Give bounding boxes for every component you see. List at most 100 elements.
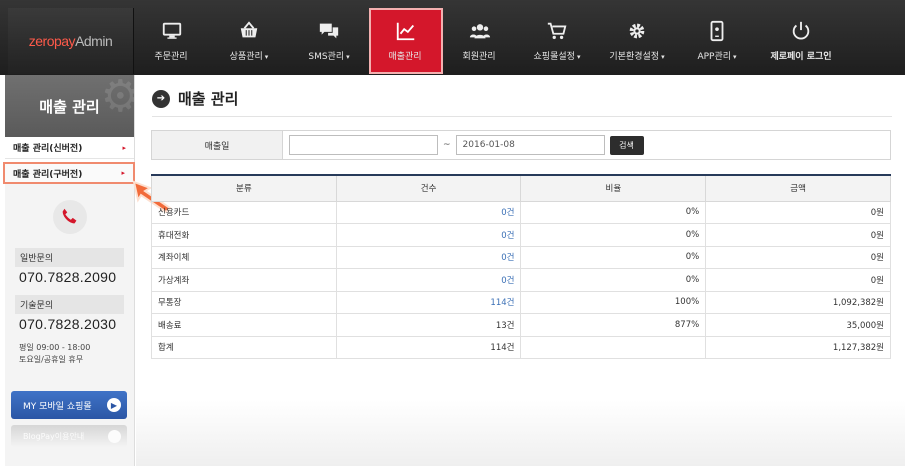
left-sidebar: ⚙ 매출 관리 매출 관리(신버전) ▸ 매출 관리(구버전) ▸ 일반문의 0… xyxy=(3,75,135,466)
table-row: 계좌이체 0건 0% 0원 xyxy=(151,245,891,269)
amount-cell: 0원 xyxy=(705,245,891,269)
basket-icon xyxy=(240,21,258,38)
sidebar-menu: 매출 관리(신버전) ▸ 매출 관리(구버전) ▸ xyxy=(3,137,135,184)
nav-item-orders[interactable]: 주문관리 xyxy=(135,8,209,74)
monitor-icon xyxy=(162,22,182,39)
gear-icon xyxy=(629,23,645,39)
main-nav: 주문관리 상품관리 ▾ SMS관리 ▾ 매출관리 회원관리 쇼핑몰설정 ▾ 기본환경설… xyxy=(135,8,845,74)
arrow-right-icon xyxy=(108,429,121,443)
sidebar-title: ⚙ 매출 관리 xyxy=(5,75,134,137)
logo-brand: zero xyxy=(28,33,55,49)
my-mobile-shop-button[interactable]: MY 모바일 쇼핑몰 ▶ xyxy=(11,391,127,419)
sidebar-item-sales-old[interactable]: 매출 관리(구버전) ▸ xyxy=(3,162,135,184)
nav-item-sales[interactable]: 매출관리 xyxy=(369,8,443,74)
business-hours: 평일 09:00 - 18:00 토요일/공휴일 휴무 xyxy=(19,343,91,364)
tablet-icon xyxy=(710,20,724,42)
phone-icon xyxy=(52,200,87,234)
general-inquiry-label: 일반문의 xyxy=(15,248,124,267)
column-header: 분류 xyxy=(151,174,337,202)
date-range-separator: ~ xyxy=(443,140,451,150)
category-cell: 휴대전화 xyxy=(151,223,337,247)
category-cell: 무통장 xyxy=(151,290,337,314)
count-link[interactable]: 0건 xyxy=(335,200,522,224)
start-date-input[interactable] xyxy=(289,135,438,155)
logo-brand-pay: pay xyxy=(53,33,76,49)
cart-icon xyxy=(547,22,567,40)
sales-table: 분류 건수 비율 금액 신용카드 0건 0% 0원 휴대전화 0건 0% 0원 … xyxy=(151,174,891,359)
count-cell: 114건 xyxy=(335,335,522,359)
category-cell: 신용카드 xyxy=(151,200,337,224)
ratio-cell: 0% xyxy=(520,200,707,224)
users-icon xyxy=(469,24,491,39)
table-header-row: 분류 건수 비율 금액 xyxy=(151,174,891,202)
nav-label: 주문관리 xyxy=(154,52,188,62)
ratio-cell: 100% xyxy=(520,290,707,314)
column-header: 비율 xyxy=(520,174,707,202)
nav-label: SMS관리 ▾ xyxy=(308,52,350,62)
zeropay-admin-logo[interactable]: zero pay Admin xyxy=(8,8,134,74)
category-cell: 가상계좌 xyxy=(151,268,337,292)
bottom-fade xyxy=(136,400,905,466)
nav-label: 회원관리 xyxy=(462,52,496,62)
gear-icon: ⚙ xyxy=(100,75,134,122)
category-cell: 배송료 xyxy=(151,313,337,337)
arrow-circle-icon: ➔ xyxy=(152,89,170,108)
nav-label: 쇼핑몰설정 ▾ xyxy=(533,52,581,62)
nav-label: 기본환경설정 ▾ xyxy=(609,52,665,62)
logo-suffix: Admin xyxy=(75,33,113,49)
chart-icon xyxy=(396,22,415,41)
end-date-input[interactable] xyxy=(455,135,605,155)
amount-cell: 1,092,382원 xyxy=(705,290,891,314)
triangle-right-icon: ▸ xyxy=(121,169,125,177)
tech-inquiry-label: 기술문의 xyxy=(15,295,124,314)
nav-item-base-settings[interactable]: 기본환경설정 ▾ xyxy=(597,8,677,74)
arrow-right-icon: ▶ xyxy=(107,398,121,412)
sidebar-item-label: 매출 관리(구버전) xyxy=(13,169,83,180)
nav-label: 매출관리 xyxy=(388,52,422,62)
count-cell: 13건 xyxy=(335,313,522,337)
amount-cell: 1,127,382원 xyxy=(705,335,891,359)
chat-icon xyxy=(319,23,339,39)
filter-label: 매출일 xyxy=(152,131,283,159)
count-link[interactable]: 0건 xyxy=(335,268,522,292)
count-link[interactable]: 0건 xyxy=(335,245,522,269)
sidebar-item-sales-new[interactable]: 매출 관리(신버전) ▸ xyxy=(5,137,134,159)
ratio-cell: 0% xyxy=(520,245,707,269)
table-row: 배송료 13건 877% 35,000원 xyxy=(151,313,891,337)
title-divider xyxy=(152,116,892,117)
amount-cell: 0원 xyxy=(705,223,891,247)
table-row: 신용카드 0건 0% 0원 xyxy=(151,200,891,224)
nav-item-shop-settings[interactable]: 쇼핑몰설정 ▾ xyxy=(517,8,597,74)
nav-label: 제로페이 로그인 xyxy=(770,52,832,62)
column-header: 금액 xyxy=(705,174,891,202)
filter-fields: ~ 검색 xyxy=(283,131,644,159)
ratio-cell: 0% xyxy=(520,223,707,247)
date-filter: 매출일 ~ 검색 xyxy=(151,130,891,160)
triangle-right-icon: ▸ xyxy=(122,143,126,152)
top-navigation-bar: zero pay Admin 주문관리 상품관리 ▾ SMS관리 ▾ 매출관리 회원관… xyxy=(0,0,905,75)
table-row: 가상계좌 0건 0% 0원 xyxy=(151,268,891,292)
count-link[interactable]: 0건 xyxy=(335,223,522,247)
sidebar-item-label: 매출 관리(신버전) xyxy=(13,144,83,154)
table-row: 휴대전화 0건 0% 0원 xyxy=(151,223,891,247)
nav-item-app[interactable]: APP관리 ▾ xyxy=(677,8,757,74)
blogpay-guide-button[interactable]: BlogPay이용안내 xyxy=(11,425,127,447)
amount-cell: 35,000원 xyxy=(705,313,891,337)
ratio-cell: 0% xyxy=(520,268,707,292)
nav-label: 상품관리 ▾ xyxy=(229,52,269,62)
page-title: ➔ 매출 관리 xyxy=(152,88,238,109)
nav-item-members[interactable]: 회원관리 xyxy=(443,8,517,74)
tech-inquiry-number: 070.7828.2030 xyxy=(19,316,117,332)
nav-item-products[interactable]: 상품관리 ▾ xyxy=(209,8,289,74)
general-inquiry-number: 070.7828.2090 xyxy=(19,269,117,285)
column-header: 건수 xyxy=(335,174,522,202)
power-icon xyxy=(792,21,810,40)
nav-label: APP관리 ▾ xyxy=(697,52,737,62)
count-link[interactable]: 114건 xyxy=(335,290,522,314)
ratio-cell: 877% xyxy=(520,313,707,337)
table-row: 무통장 114건 100% 1,092,382원 xyxy=(151,290,891,314)
nav-item-login[interactable]: 제로페이 로그인 xyxy=(757,8,845,74)
category-cell: 계좌이체 xyxy=(151,245,337,269)
nav-item-sms[interactable]: SMS관리 ▾ xyxy=(289,8,369,74)
search-button[interactable]: 검색 xyxy=(609,135,644,155)
